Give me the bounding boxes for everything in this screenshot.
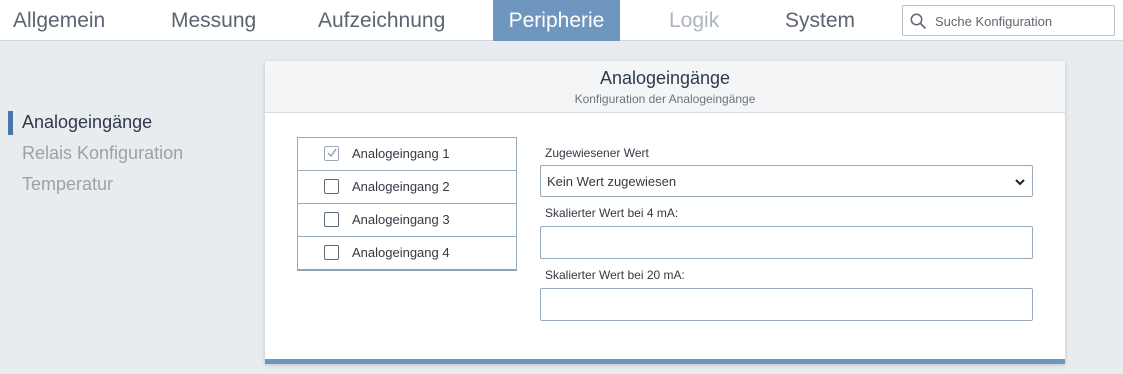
sidebar-item-relais-konfiguration[interactable]: Relais Konfiguration: [0, 139, 250, 170]
analog-input-row-2[interactable]: Analogeingang 2: [298, 171, 516, 204]
input-label: Analogeingang 1: [352, 146, 450, 161]
checkbox-analogeingang-1[interactable]: [324, 146, 339, 161]
active-indicator: [8, 111, 13, 135]
sidebar-item-label: Relais Konfiguration: [22, 143, 184, 163]
tab-aufzeichnung[interactable]: Aufzeichnung: [318, 0, 445, 41]
panel-header: Analogeingänge Konfiguration der Analoge…: [265, 61, 1065, 113]
panel-title: Analogeingänge: [599, 68, 731, 88]
analog-input-row-4[interactable]: Analogeingang 4: [298, 237, 516, 270]
checkbox-analogeingang-4[interactable]: [324, 245, 339, 260]
input-label: Analogeingang 3: [352, 212, 450, 227]
chevron-down-icon: [1015, 179, 1025, 186]
tab-messung[interactable]: Messung: [171, 0, 256, 41]
search-input[interactable]: [935, 10, 1107, 32]
assigned-value-select[interactable]: Kein Wert zugewiesen: [540, 165, 1033, 197]
checkbox-analogeingang-3[interactable]: [324, 212, 339, 227]
sidebar-item-temperatur[interactable]: Temperatur: [0, 170, 250, 201]
tab-system[interactable]: System: [785, 0, 855, 41]
tab-peripherie[interactable]: Peripherie: [493, 0, 620, 41]
analog-input-list: Analogeingang 1 Analogeingang 2 Analogei…: [297, 137, 517, 271]
panel-subtitle: Konfiguration der Analogeingänge: [574, 92, 756, 106]
assigned-value-label: Zugewiesener Wert: [545, 146, 649, 160]
analog-input-row-3[interactable]: Analogeingang 3: [298, 204, 516, 237]
sidebar-item-analogeingaenge[interactable]: Analogeingänge: [0, 108, 250, 139]
scaled-20ma-field[interactable]: [540, 288, 1033, 321]
tab-allgemein[interactable]: Allgemein: [13, 0, 105, 41]
config-panel: Analogeingänge Konfiguration der Analoge…: [265, 61, 1065, 364]
tab-logik: Logik: [669, 9, 720, 32]
search-icon: [910, 13, 926, 29]
scaled-4ma-label: Skalierter Wert bei 4 mA:: [545, 206, 679, 220]
sidebar-item-label: Analogeingänge: [22, 112, 153, 132]
input-label: Analogeingang 4: [352, 245, 450, 260]
check-icon: [327, 148, 337, 158]
scaled-4ma-field[interactable]: [540, 226, 1033, 259]
analog-input-row-1[interactable]: Analogeingang 1: [298, 138, 516, 171]
sidebar: Analogeingänge Relais Konfiguration Temp…: [0, 108, 250, 201]
checkbox-analogeingang-2[interactable]: [324, 179, 339, 194]
top-navigation: Allgemein Messung Aufzeichnung Peripheri…: [0, 0, 1123, 41]
scaled-20ma-label: Skalierter Wert bei 20 mA:: [545, 268, 685, 282]
input-label: Analogeingang 2: [352, 179, 450, 194]
search-box[interactable]: [902, 5, 1115, 36]
select-value: Kein Wert zugewiesen: [547, 174, 677, 189]
sidebar-item-label: Temperatur: [22, 174, 114, 194]
